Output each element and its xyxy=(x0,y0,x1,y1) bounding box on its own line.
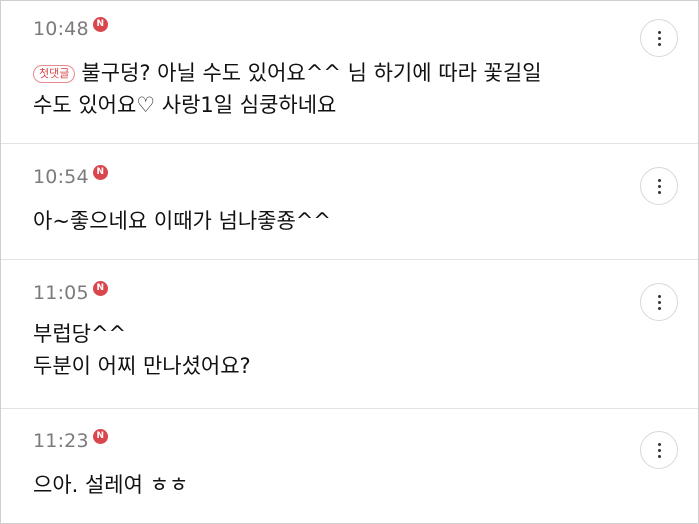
comment-list: 10:48 N 첫댓글 불구덩? 아닐 수도 있어요^^ 님 하기에 따라 꽃길일… xyxy=(0,0,699,524)
comment-line: 부럽당^^ xyxy=(33,322,127,346)
more-options-button[interactable] xyxy=(640,283,678,321)
kebab-menu-icon xyxy=(657,294,661,310)
new-badge-icon: N xyxy=(92,164,108,180)
comment-time: 10:48 xyxy=(33,18,89,40)
kebab-menu-icon xyxy=(657,30,661,46)
comment-item: 11:05 N 부럽당^^ 두분이 어찌 만나셨어요? xyxy=(1,260,698,409)
comment-line: 불구덩? 아닐 수도 있어요^^ 님 하기에 따라 꽃길일 xyxy=(81,61,542,85)
comment-text: 아~좋으네요 이때가 넘나좋죵^^ xyxy=(33,205,331,237)
comment-meta: 10:48 N xyxy=(33,16,108,40)
new-badge-icon: N xyxy=(92,16,108,32)
more-options-button[interactable] xyxy=(640,167,678,205)
kebab-menu-icon xyxy=(657,178,661,194)
comment-meta: 11:23 N xyxy=(33,428,108,452)
new-badge-icon: N xyxy=(92,428,108,444)
comment-text: 첫댓글 불구덩? 아닐 수도 있어요^^ 님 하기에 따라 꽃길일 수도 있어요♡… xyxy=(33,57,542,121)
comment-item: 11:23 N 으아. 설레여 ㅎㅎ xyxy=(1,409,698,523)
comment-line: 수도 있어요♡ 사랑1일 심쿵하네요 xyxy=(33,93,337,117)
comment-text: 으아. 설레여 ㅎㅎ xyxy=(33,469,188,501)
new-badge-icon: N xyxy=(92,280,108,296)
more-options-button[interactable] xyxy=(640,19,678,57)
comment-meta: 10:54 N xyxy=(33,164,108,188)
comment-item: 10:54 N 아~좋으네요 이때가 넘나좋죵^^ xyxy=(1,144,698,260)
comment-time: 10:54 xyxy=(33,166,89,188)
comment-time: 11:05 xyxy=(33,282,89,304)
comment-line: 으아. 설레여 ㅎㅎ xyxy=(33,473,189,497)
comment-time: 11:23 xyxy=(33,430,89,452)
more-options-button[interactable] xyxy=(640,431,678,469)
kebab-menu-icon xyxy=(657,442,661,458)
comment-line: 두분이 어찌 만나셨어요? xyxy=(33,354,251,378)
comment-item: 10:48 N 첫댓글 불구덩? 아닐 수도 있어요^^ 님 하기에 따라 꽃길일… xyxy=(1,1,698,144)
comment-line: 아~좋으네요 이때가 넘나좋죵^^ xyxy=(33,209,331,233)
first-comment-tag: 첫댓글 xyxy=(33,65,76,83)
comment-text: 부럽당^^ 두분이 어찌 만나셨어요? xyxy=(33,318,251,382)
comment-meta: 11:05 N xyxy=(33,280,108,304)
